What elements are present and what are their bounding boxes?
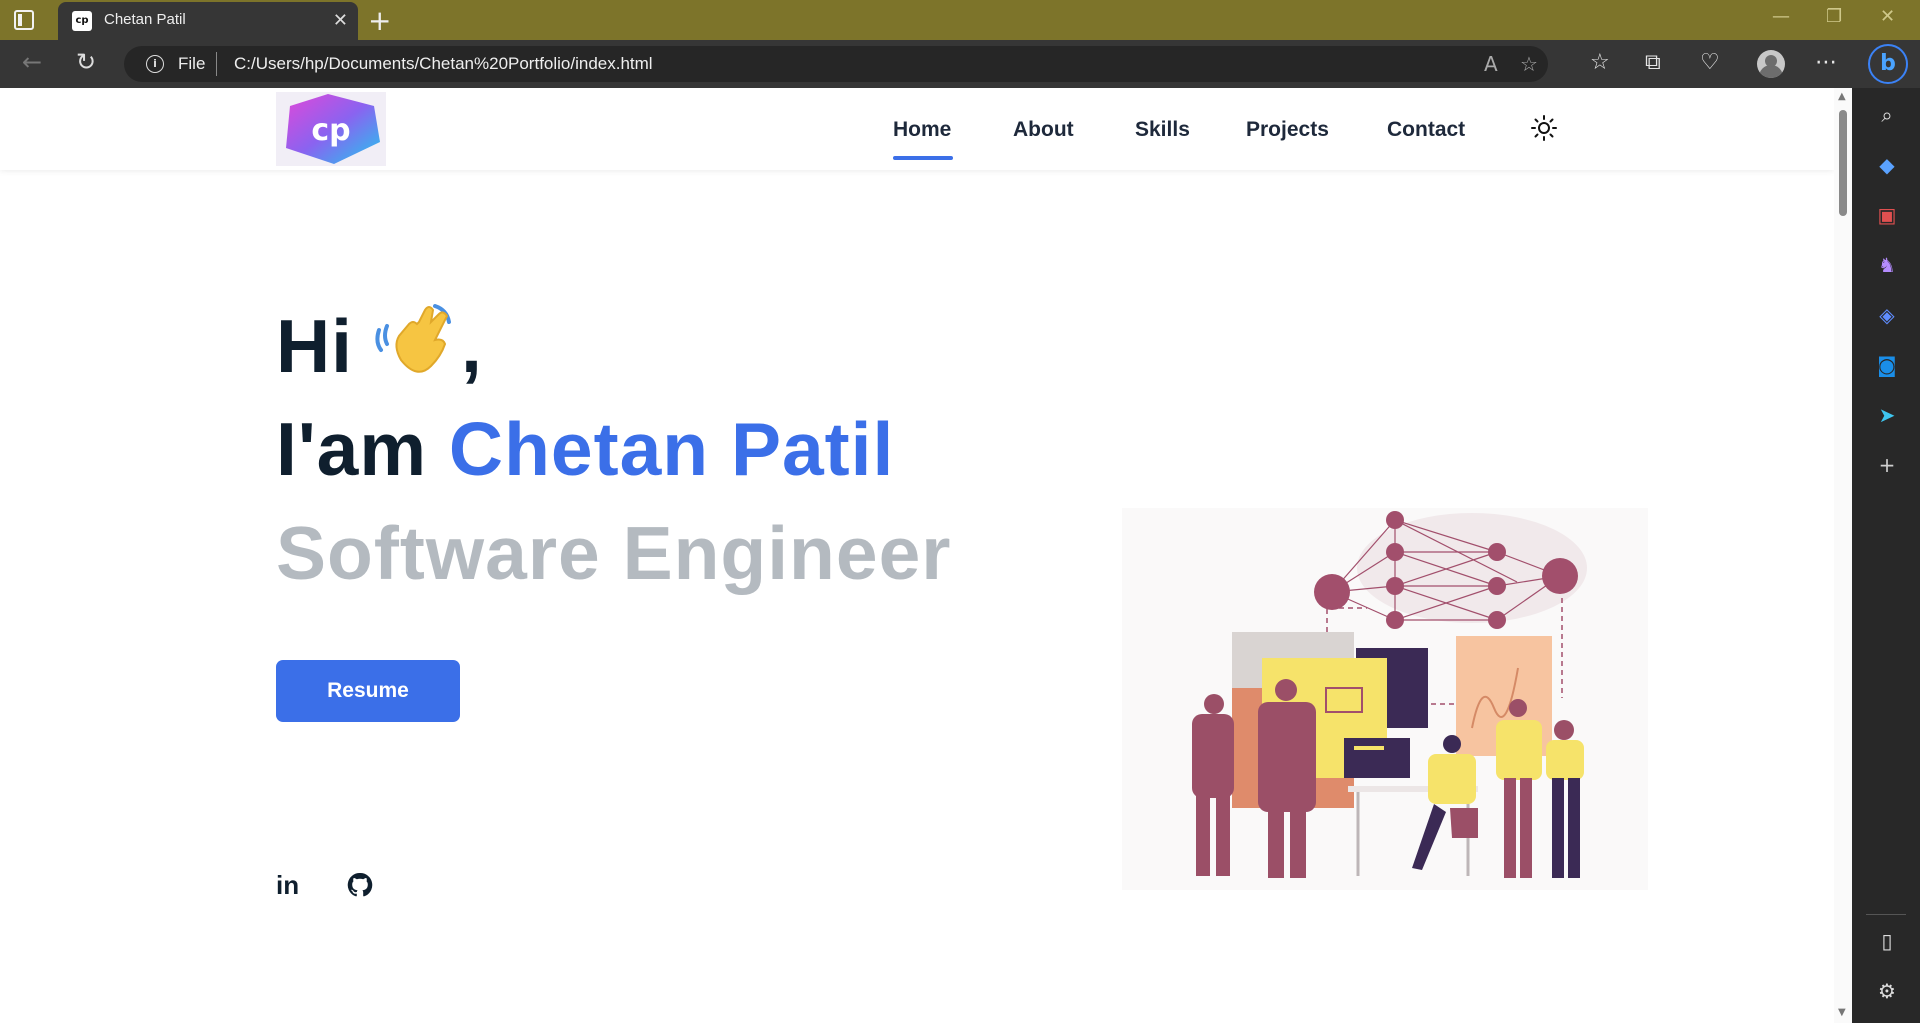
site-header: cp Home About Skills Projects Contact	[0, 88, 1834, 170]
games-icon[interactable]: ♞	[1874, 252, 1900, 278]
browser-essentials-icon[interactable]: ♡	[1700, 50, 1720, 75]
collections-icon[interactable]: ⧉	[1645, 50, 1661, 75]
scroll-down-icon[interactable]: ▼	[1838, 1007, 1846, 1018]
read-aloud-icon[interactable]: A	[1484, 52, 1498, 76]
hero-intro: I'am Chetan Patil	[276, 406, 894, 492]
nav-home[interactable]: Home	[893, 118, 951, 142]
hero-illustration	[1122, 508, 1648, 890]
tab-close-icon[interactable]: ✕	[333, 10, 348, 31]
profile-icon[interactable]	[1757, 50, 1785, 78]
address-bar[interactable]: i File C:/Users/hp/Documents/Chetan%20Po…	[124, 46, 1548, 82]
minimize-icon[interactable]: —	[1772, 6, 1790, 27]
github-icon[interactable]	[345, 870, 375, 900]
restore-icon[interactable]: ❐	[1826, 6, 1842, 27]
tab-favicon: cp	[72, 11, 92, 31]
search-icon[interactable]: ⌕	[1874, 102, 1900, 128]
nav-skills[interactable]: Skills	[1135, 118, 1190, 142]
nav-contact[interactable]: Contact	[1387, 118, 1465, 142]
site-info-icon[interactable]: i	[146, 55, 164, 73]
back-icon[interactable]: ←	[22, 48, 42, 76]
page-viewport: cp Home About Skills Projects Contact Hi…	[0, 88, 1852, 1023]
tab-actions-icon[interactable]	[14, 10, 34, 30]
refresh-icon[interactable]: ↻	[76, 48, 96, 76]
sidebar-divider	[1866, 914, 1906, 915]
browser-tab[interactable]: cp Chetan Patil ✕	[58, 2, 358, 40]
address-separator	[216, 52, 217, 76]
add-favorite-icon[interactable]: ☆	[1520, 52, 1538, 76]
greeting-comma: ,	[461, 304, 483, 388]
site-logo[interactable]: cp	[276, 92, 386, 166]
split-screen-icon[interactable]: ▯	[1874, 928, 1900, 954]
address-url[interactable]: C:/Users/hp/Documents/Chetan%20Portfolio…	[234, 54, 653, 74]
address-scheme: File	[178, 54, 206, 73]
scroll-up-icon[interactable]: ▲	[1838, 91, 1846, 102]
tools-icon[interactable]: ▣	[1874, 202, 1900, 228]
tab-title: Chetan Patil	[104, 11, 186, 28]
page-scrollbar[interactable]: ▲ ▼	[1834, 88, 1852, 1023]
waving-hand-icon	[375, 304, 451, 373]
outlook-icon[interactable]: ◙	[1874, 352, 1900, 378]
microsoft-365-icon[interactable]: ◈	[1874, 302, 1900, 328]
add-icon[interactable]: +	[1874, 452, 1900, 478]
nav-about[interactable]: About	[1013, 118, 1074, 142]
theme-toggle-sun-icon[interactable]	[1530, 114, 1558, 142]
resume-button[interactable]: Resume	[276, 660, 460, 722]
browser-sidebar: ⌕ ◆ ▣ ♞ ◈ ◙ ➤ + ▯ ⚙	[1852, 88, 1920, 1023]
more-icon[interactable]: ⋯	[1815, 50, 1837, 75]
logo-text: cp	[311, 113, 350, 148]
hero-greeting: Hi ,	[276, 300, 483, 389]
telegram-icon[interactable]: ➤	[1874, 402, 1900, 428]
scroll-thumb[interactable]	[1839, 110, 1847, 216]
settings-icon[interactable]: ⚙	[1874, 978, 1900, 1004]
intro-text: I'am	[276, 407, 428, 491]
favorites-icon[interactable]: ☆	[1590, 50, 1610, 75]
nav-projects[interactable]: Projects	[1246, 118, 1329, 142]
hero-role: Software Engineer	[276, 511, 952, 595]
linkedin-icon[interactable]: in	[276, 870, 306, 900]
shopping-tag-icon[interactable]: ◆	[1874, 152, 1900, 178]
close-icon[interactable]: ✕	[1880, 6, 1895, 27]
greeting-text: Hi	[276, 304, 353, 388]
browser-toolbar: ← ↻ i File C:/Users/hp/Documents/Chetan%…	[0, 40, 1920, 88]
nav-active-indicator	[893, 156, 953, 160]
browser-titlebar: cp Chetan Patil ✕ + — ❐ ✕	[0, 0, 1920, 40]
bing-copilot-icon[interactable]: b	[1868, 44, 1908, 84]
new-tab-icon[interactable]: +	[368, 4, 391, 37]
hero-name: Chetan Patil	[448, 407, 895, 491]
